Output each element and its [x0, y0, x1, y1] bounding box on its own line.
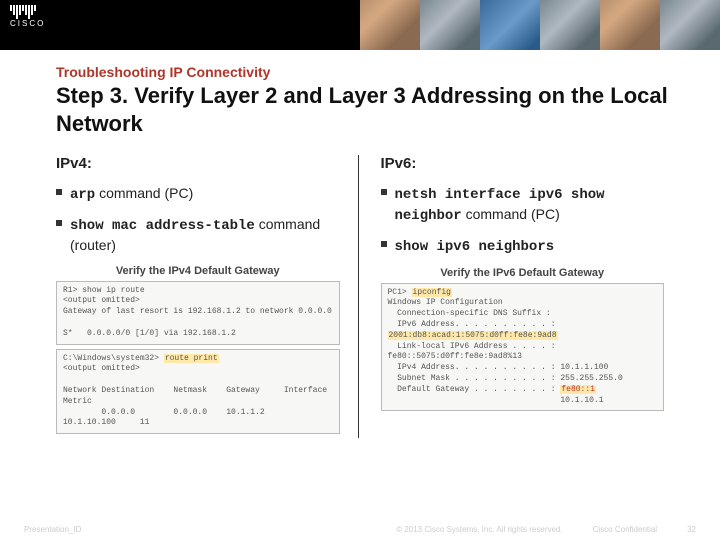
- cisco-logo: CISCO: [10, 5, 45, 28]
- confidential-text: Cisco Confidential: [593, 525, 657, 534]
- ipv4-column: IPv4: arp command (PC) show mac address-…: [56, 155, 359, 438]
- show-ipv6-neighbors-text: show ipv6 neighbors: [395, 239, 555, 255]
- arp-command-text: arp: [70, 187, 95, 203]
- logo-text: CISCO: [10, 19, 45, 28]
- section-label: Troubleshooting IP Connectivity: [56, 64, 682, 80]
- ipv6-shot-title: Verify the IPv6 Default Gateway: [381, 267, 665, 279]
- copyright-text: © 2013 Cisco Systems, Inc. All rights re…: [396, 525, 562, 534]
- ipv6-bullet-show-neighbors: show ipv6 neighbors: [381, 236, 665, 257]
- ipv4-screenshot: Verify the IPv4 Default Gateway R1> show…: [56, 265, 340, 435]
- ipv6-bullet-netsh: netsh interface ipv6 show neighbor comma…: [381, 184, 665, 226]
- banner-people-photo: [360, 0, 720, 50]
- ipv6-column: IPv6: netsh interface ipv6 show neighbor…: [359, 155, 683, 438]
- slide-content: Troubleshooting IP Connectivity Step 3. …: [0, 50, 720, 438]
- header-banner: CISCO: [0, 0, 720, 50]
- ipv4-shot-title: Verify the IPv4 Default Gateway: [56, 265, 340, 277]
- ipconfig-highlight: ipconfig: [412, 288, 452, 297]
- ipv4-bullet-show-mac: show mac address-table command (router): [56, 215, 340, 255]
- route-print-highlight: route print: [164, 354, 219, 363]
- presentation-id: Presentation_ID: [24, 525, 81, 534]
- footer: Presentation_ID © 2013 Cisco Systems, In…: [0, 525, 720, 534]
- ipv6-address-highlight: 2001:db8:acad:1:5075:d0ff:fe8e:9ad8: [388, 331, 558, 340]
- show-mac-command-text: show mac address-table: [70, 218, 255, 234]
- router-output-pane: R1> show ip route <output omitted> Gatew…: [56, 281, 340, 345]
- ipv6-screenshot: Verify the IPv6 Default Gateway PC1> ipc…: [381, 267, 665, 412]
- ipconfig-output-pane: PC1> ipconfig Windows IP Configuration C…: [381, 283, 665, 412]
- ipv6-heading: IPv6:: [381, 155, 665, 172]
- ipv4-bullet-arp: arp command (PC): [56, 184, 340, 205]
- ipv4-heading: IPv4:: [56, 155, 340, 172]
- slide-title: Step 3. Verify Layer 2 and Layer 3 Addre…: [56, 82, 682, 137]
- pc-route-print-pane: C:\Windows\system32> route print <output…: [56, 349, 340, 435]
- default-gateway-highlight: fe80::1: [560, 385, 596, 394]
- page-number: 32: [687, 525, 696, 534]
